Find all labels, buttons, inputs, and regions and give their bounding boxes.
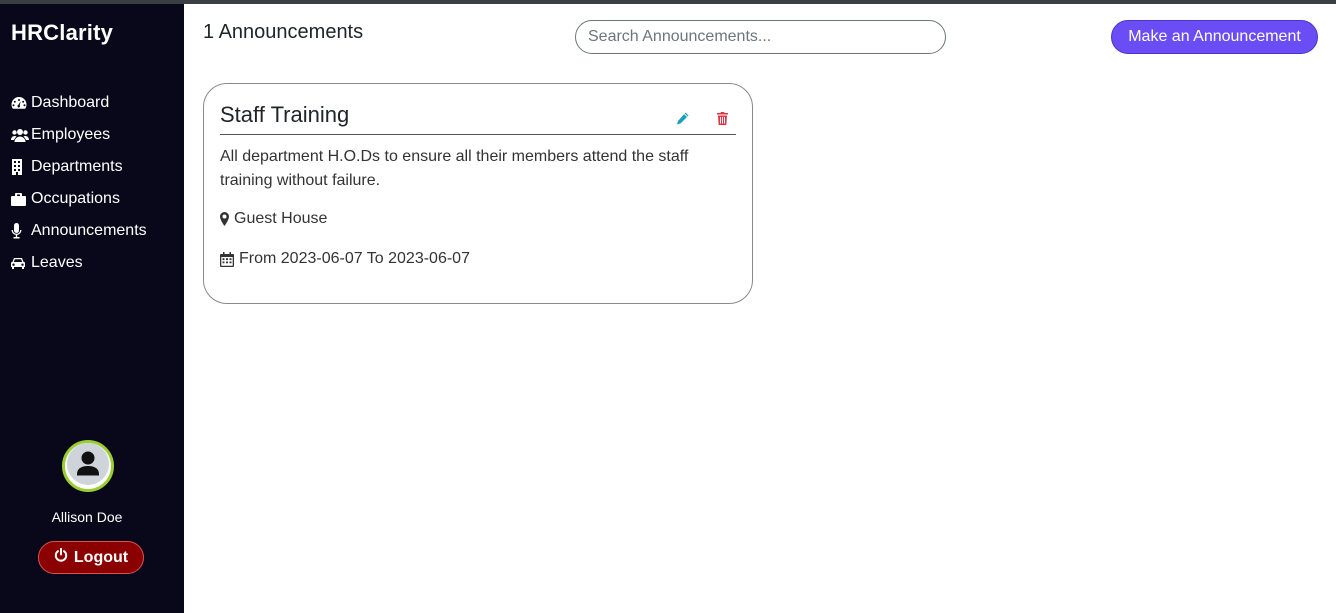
sidebar-item-occupations[interactable]: Occupations	[11, 183, 147, 215]
delete-icon[interactable]	[717, 111, 728, 125]
calendar-icon	[220, 251, 234, 267]
sidebar-nav: Dashboard Employees Departments Occupati…	[11, 87, 147, 279]
main-content: 1 Announcements Make an Announcement Sta…	[185, 4, 1336, 613]
sidebar-item-label: Employees	[31, 126, 111, 143]
dashboard-icon	[11, 96, 31, 110]
sidebar: HRClarity Dashboard Employees Department…	[0, 4, 184, 613]
sidebar-item-label: Departments	[31, 158, 123, 175]
announcement-body: All department H.O.Ds to ensure all thei…	[220, 148, 689, 189]
users-icon	[11, 128, 31, 142]
power-icon	[54, 547, 74, 567]
sidebar-item-leaves[interactable]: Leaves	[11, 247, 147, 279]
edit-icon[interactable]	[676, 112, 689, 125]
sidebar-item-label: Occupations	[31, 190, 120, 207]
user-name: Allison Doe	[51, 509, 123, 525]
microphone-icon	[11, 223, 31, 239]
announcement-title: Staff Training	[220, 102, 350, 127]
sidebar-item-dashboard[interactable]: Dashboard	[11, 87, 147, 119]
logout-button[interactable]: Logout	[38, 541, 144, 574]
page-title: 1 Announcements	[203, 21, 364, 43]
sidebar-item-label: Leaves	[31, 254, 83, 271]
logout-label: Logout	[73, 548, 129, 566]
announcement-dates: From 2023-06-07 To 2023-06-07	[220, 250, 470, 268]
sidebar-item-announcements[interactable]: Announcements	[11, 215, 147, 247]
dates-text: From 2023-06-07 To 2023-06-07	[239, 250, 470, 267]
map-marker-icon	[220, 212, 229, 226]
search-input[interactable]	[575, 20, 946, 54]
brand-logo[interactable]: HRClarity	[11, 20, 113, 46]
avatar[interactable]	[62, 440, 114, 492]
announcement-card-header: Staff Training	[220, 96, 736, 135]
sidebar-item-employees[interactable]: Employees	[11, 119, 147, 151]
user-avatar-icon	[65, 443, 111, 489]
car-icon	[11, 257, 31, 270]
location-text: Guest House	[234, 210, 328, 227]
announcement-location: Guest House	[220, 210, 327, 228]
announcement-card: Staff Training All department H.O.Ds to …	[203, 83, 753, 304]
make-announcement-button[interactable]: Make an Announcement	[1111, 20, 1318, 54]
announcement-actions	[676, 111, 728, 125]
sidebar-item-label: Announcements	[31, 222, 147, 239]
building-icon	[11, 159, 31, 175]
briefcase-icon	[11, 192, 31, 206]
sidebar-item-departments[interactable]: Departments	[11, 151, 147, 183]
sidebar-item-label: Dashboard	[31, 94, 110, 111]
